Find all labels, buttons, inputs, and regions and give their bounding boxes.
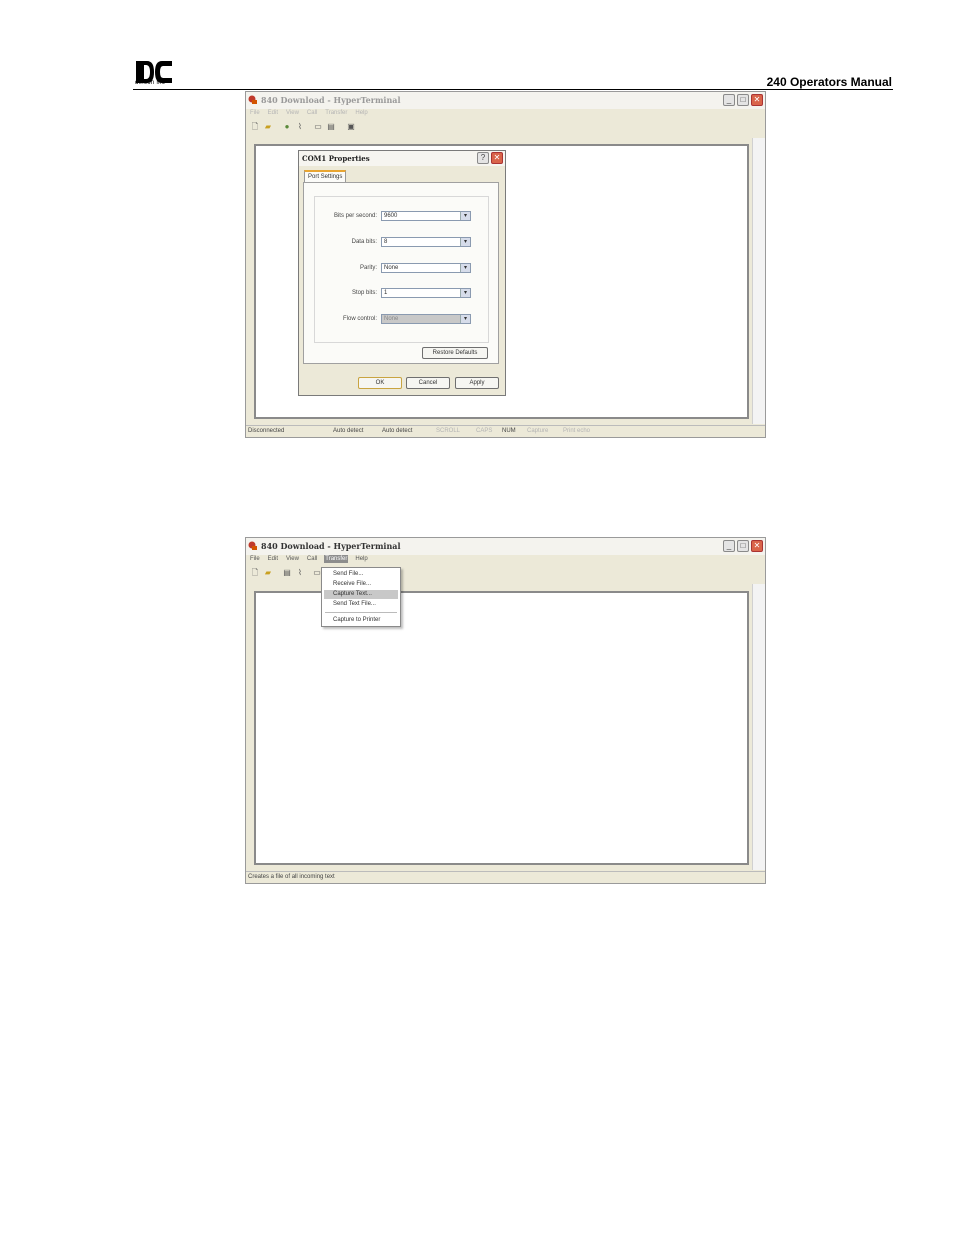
send-icon[interactable]: ▭ bbox=[313, 122, 323, 131]
close-button[interactable]: ✕ bbox=[751, 94, 763, 106]
status-connection: Disconnected bbox=[248, 428, 285, 434]
dialog-title-bar: COM1 Properties ? ✕ bbox=[299, 151, 505, 166]
label-parity: Parity: bbox=[359, 265, 377, 271]
new-icon[interactable]: 🗋 bbox=[250, 122, 260, 131]
vertical-scrollbar[interactable] bbox=[752, 584, 765, 870]
stop-bits-value: 1 bbox=[384, 290, 388, 296]
menu-help[interactable]: Help bbox=[354, 555, 368, 563]
chevron-down-icon: ▾ bbox=[460, 238, 470, 246]
receive-icon[interactable]: ▤ bbox=[326, 122, 336, 131]
close-button[interactable]: ✕ bbox=[751, 540, 763, 552]
logo-caption: delcon inc bbox=[135, 80, 166, 86]
vertical-scrollbar[interactable] bbox=[752, 138, 765, 424]
chevron-down-icon: ▾ bbox=[460, 264, 470, 272]
status-auto-detect-1: Auto detect bbox=[333, 428, 364, 434]
menu-separator bbox=[325, 612, 397, 613]
menu-item-send-file[interactable]: Send File... bbox=[324, 570, 398, 579]
apply-button[interactable]: Apply bbox=[455, 377, 499, 389]
hyperterminal-window-1: 840 Download - HyperTerminal _ □ ✕ File E… bbox=[245, 91, 766, 438]
cancel-button[interactable]: Cancel bbox=[406, 377, 450, 389]
hyperterminal-app-icon bbox=[248, 95, 257, 104]
menu-help[interactable]: Help bbox=[354, 109, 368, 117]
status-capture: Capture bbox=[527, 428, 549, 434]
menu-view[interactable]: View bbox=[285, 555, 300, 563]
call-icon[interactable]: ▤ bbox=[282, 568, 292, 577]
menu-edit[interactable]: Edit bbox=[267, 109, 279, 117]
open-icon[interactable]: ▰ bbox=[263, 122, 273, 131]
menu-edit[interactable]: Edit bbox=[267, 555, 279, 563]
label-flow-control: Flow control: bbox=[342, 316, 377, 322]
chevron-down-icon: ▾ bbox=[460, 289, 470, 297]
status-num: NUM bbox=[502, 428, 516, 434]
menu-call[interactable]: Call bbox=[306, 109, 318, 117]
status-scroll: SCROLL bbox=[436, 428, 461, 434]
minimize-button[interactable]: _ bbox=[723, 94, 735, 106]
status-bar: Creates a file of all incoming text bbox=[246, 871, 765, 883]
open-icon[interactable]: ▰ bbox=[263, 568, 273, 577]
status-text: Creates a file of all incoming text bbox=[248, 874, 335, 880]
menu-bar: File Edit View Call Transfer Help bbox=[246, 555, 765, 566]
dialog-close-button[interactable]: ✕ bbox=[491, 152, 503, 164]
menu-file[interactable]: File bbox=[249, 555, 261, 563]
data-bits-select[interactable]: 8 ▾ bbox=[381, 237, 471, 247]
menu-item-capture-to-printer[interactable]: Capture to Printer bbox=[324, 616, 398, 625]
label-stop-bits: Stop bits: bbox=[351, 290, 377, 296]
new-icon[interactable]: 🗋 bbox=[250, 568, 260, 577]
data-bits-value: 8 bbox=[384, 239, 388, 245]
menu-item-send-text-file[interactable]: Send Text File... bbox=[324, 600, 398, 609]
chevron-down-icon: ▾ bbox=[460, 212, 470, 220]
maximize-button[interactable]: □ bbox=[737, 94, 749, 106]
terminal-area[interactable] bbox=[254, 591, 749, 865]
help-button[interactable]: ? bbox=[477, 152, 489, 164]
menu-transfer[interactable]: Transfer bbox=[324, 109, 348, 117]
parity-select[interactable]: None ▾ bbox=[381, 263, 471, 273]
status-bar: Disconnected Auto detect Auto detect SCR… bbox=[246, 425, 765, 437]
stop-bits-select[interactable]: 1 ▾ bbox=[381, 288, 471, 298]
hyperterminal-app-icon bbox=[248, 541, 257, 550]
label-bits-per-second: Bits per second: bbox=[333, 213, 377, 219]
menu-call[interactable]: Call bbox=[306, 555, 318, 563]
flow-control-select[interactable]: None ▾ bbox=[381, 314, 471, 324]
tab-port-settings[interactable]: Port Settings bbox=[304, 170, 347, 182]
header-rule bbox=[133, 89, 893, 90]
disconnect-icon[interactable]: ⌇ bbox=[295, 122, 305, 131]
com1-properties-dialog: COM1 Properties ? ✕ Port Settings Bits p… bbox=[298, 150, 506, 396]
menu-item-capture-text[interactable]: Capture Text... bbox=[324, 590, 398, 599]
title-bar: 840 Download - HyperTerminal _ □ ✕ bbox=[246, 92, 765, 109]
menu-file[interactable]: File bbox=[249, 109, 261, 117]
parity-value: None bbox=[384, 265, 399, 271]
dialog-title: COM1 Properties bbox=[302, 154, 370, 163]
chevron-down-icon: ▾ bbox=[460, 315, 470, 323]
minimize-button[interactable]: _ bbox=[723, 540, 735, 552]
properties-icon[interactable]: ▣ bbox=[346, 122, 356, 131]
ok-button[interactable]: OK bbox=[358, 377, 402, 389]
status-caps: CAPS bbox=[476, 428, 493, 434]
label-data-bits: Data bits: bbox=[351, 239, 377, 245]
toolbar: 🗋 ▰ ● ⌇ ▭ ▤ ▣ bbox=[246, 120, 765, 134]
restore-defaults-button[interactable]: Restore Defaults bbox=[422, 347, 488, 359]
status-auto-detect-2: Auto detect bbox=[382, 428, 413, 434]
bits-per-second-select[interactable]: 9600 ▾ bbox=[381, 211, 471, 221]
status-print-echo: Print echo bbox=[563, 428, 591, 434]
menu-bar: File Edit View Call Transfer Help bbox=[246, 109, 765, 120]
disconnect-icon[interactable]: ⌇ bbox=[295, 568, 305, 577]
transfer-menu: Send File... Receive File... Capture Tex… bbox=[321, 567, 401, 627]
call-icon[interactable]: ● bbox=[282, 122, 292, 131]
menu-item-receive-file[interactable]: Receive File... bbox=[324, 580, 398, 589]
maximize-button[interactable]: □ bbox=[737, 540, 749, 552]
window-title: 840 Download - HyperTerminal bbox=[261, 95, 401, 105]
hyperterminal-window-2: 840 Download - HyperTerminal _ □ ✕ File E… bbox=[245, 537, 766, 884]
document-title: 240 Operators Manual bbox=[766, 75, 892, 89]
bits-per-second-value: 9600 bbox=[384, 213, 398, 219]
menu-transfer[interactable]: Transfer bbox=[324, 555, 349, 563]
title-bar: 840 Download - HyperTerminal _ □ ✕ bbox=[246, 538, 765, 555]
menu-view[interactable]: View bbox=[285, 109, 300, 117]
flow-control-value: None bbox=[384, 316, 399, 322]
window-title: 840 Download - HyperTerminal bbox=[261, 541, 401, 551]
